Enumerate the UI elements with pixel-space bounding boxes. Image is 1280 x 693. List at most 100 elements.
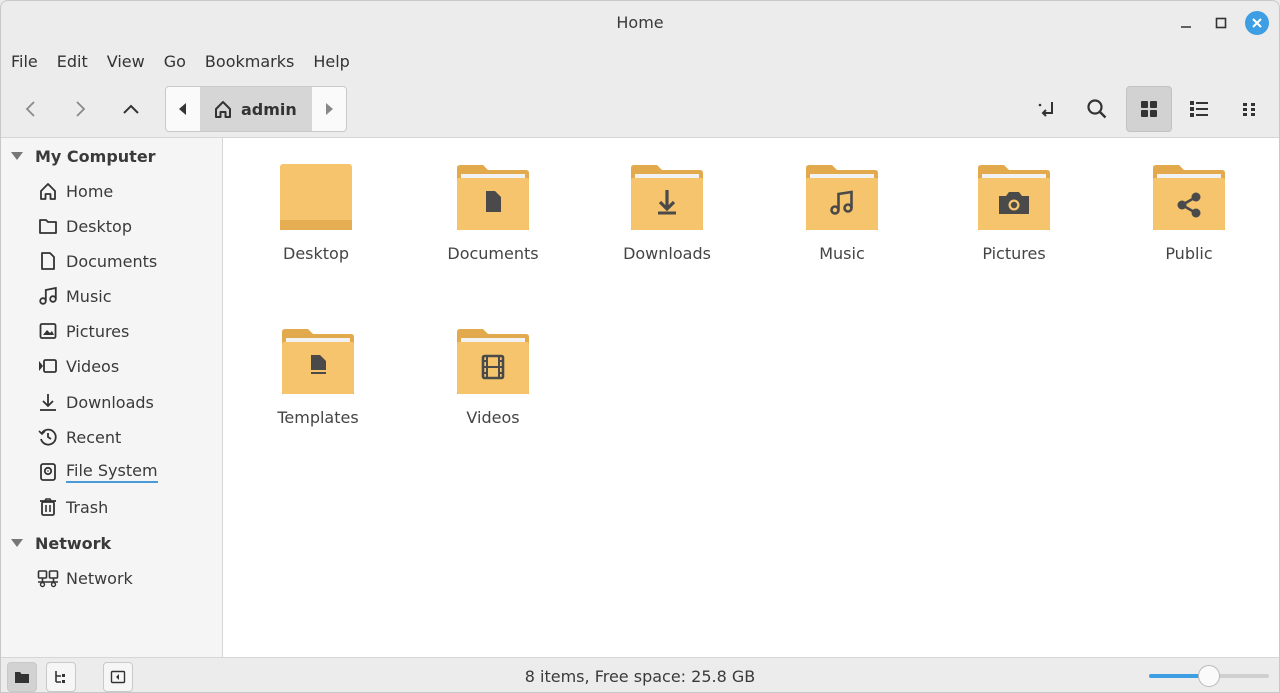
file-item-public[interactable]: Public <box>1109 138 1269 278</box>
menu-file[interactable]: File <box>5 47 44 77</box>
menu-view[interactable]: View <box>101 47 151 77</box>
minimize-icon <box>1181 26 1191 28</box>
file-name: Downloads <box>623 244 711 263</box>
title-bar[interactable]: Home <box>1 1 1279 45</box>
folder-download-icon <box>631 165 703 230</box>
toolbar: admin <box>1 83 1279 135</box>
toggle-location-button[interactable] <box>1024 86 1070 132</box>
sidebar-item-file-system[interactable]: File System <box>37 458 158 486</box>
breadcrumb-admin[interactable]: admin <box>200 87 312 131</box>
sidebar-item-home[interactable]: Home <box>37 177 113 205</box>
compact-view-button[interactable] <box>1227 86 1273 132</box>
sidebar-item-label: Trash <box>66 497 109 517</box>
file-name: Documents <box>447 244 539 263</box>
sidebar-item-label: Pictures <box>66 321 130 341</box>
up-button[interactable] <box>113 91 149 127</box>
expander-icon <box>11 152 23 160</box>
list-view-button[interactable] <box>1176 86 1222 132</box>
sidebar-item-label: Documents <box>66 251 158 271</box>
menu-help[interactable]: Help <box>307 47 355 77</box>
breadcrumb-label: admin <box>241 99 297 119</box>
sidebar-item-label: Downloads <box>66 392 154 412</box>
list-view-icon <box>1190 101 1208 117</box>
sidebar-item-pictures[interactable]: Pictures <box>37 317 129 345</box>
sidebar-item-network[interactable]: Network <box>37 564 133 592</box>
zoom-slider-handle[interactable] <box>1198 665 1220 687</box>
sidebar: My Computer Home Desktop Documents Music… <box>1 137 223 657</box>
file-name: Public <box>1165 244 1213 263</box>
sidebar-item-music[interactable]: Music <box>37 282 112 310</box>
close-icon <box>1252 18 1262 28</box>
menu-bar: File Edit View Go Bookmarks Help <box>1 47 363 77</box>
sidebar-item-videos[interactable]: Videos <box>37 352 119 380</box>
home-icon <box>215 101 231 118</box>
window-title: Home <box>616 13 664 32</box>
sidebar-item-label: Videos <box>66 356 120 376</box>
grid-view-icon <box>1141 101 1157 117</box>
up-icon <box>123 104 139 114</box>
network-icon <box>37 567 59 589</box>
status-text: 8 items, Free space: 25.8 GB <box>524 667 756 686</box>
search-button[interactable] <box>1074 86 1120 132</box>
forward-button[interactable] <box>62 91 98 127</box>
sidebar-item-label: Desktop <box>66 216 132 236</box>
sidebar-item-trash[interactable]: Trash <box>37 493 108 521</box>
section-title: Network <box>35 533 112 553</box>
maximize-icon <box>1215 17 1227 29</box>
folder-documents-icon <box>457 165 529 230</box>
folder-icon <box>280 164 352 230</box>
icon-view-button[interactable] <box>1126 86 1172 132</box>
file-view[interactable]: Desktop Documents Downloads Music Pictur… <box>223 137 1279 657</box>
menu-edit[interactable]: Edit <box>51 47 94 77</box>
section-title: My Computer <box>35 146 156 166</box>
path-right-button[interactable] <box>312 87 346 131</box>
back-button[interactable] <box>13 91 49 127</box>
folder-pictures-icon <box>978 165 1050 230</box>
folder-music-icon <box>806 165 878 230</box>
zoom-slider[interactable] <box>1149 665 1269 687</box>
sidebar-item-label: Network <box>66 568 133 588</box>
path-bar: admin <box>165 86 347 132</box>
file-item-desktop[interactable]: Desktop <box>236 138 396 278</box>
pictures-icon <box>37 320 59 342</box>
file-item-templates[interactable]: Templates <box>238 302 398 442</box>
compact-view-icon <box>1243 103 1255 116</box>
file-item-videos[interactable]: Videos <box>413 302 573 442</box>
video-icon <box>37 355 59 377</box>
location-entry-icon <box>1038 102 1053 117</box>
file-item-downloads[interactable]: Downloads <box>587 138 747 278</box>
forward-icon <box>76 101 86 117</box>
music-icon <box>37 285 59 307</box>
back-icon <box>25 101 35 117</box>
section-my-computer[interactable]: My Computer <box>11 144 156 168</box>
sidebar-item-label: Music <box>66 286 112 306</box>
sidebar-item-label: File System <box>66 461 158 483</box>
file-item-pictures[interactable]: Pictures <box>934 138 1094 278</box>
search-icon <box>1087 99 1107 119</box>
sidebar-item-downloads[interactable]: Downloads <box>37 388 154 416</box>
triangle-left-icon <box>179 103 186 115</box>
folder-templates-icon <box>282 329 354 394</box>
file-item-music[interactable]: Music <box>762 138 922 278</box>
file-manager-window: Home File Edit View Go Bookmarks Help ad… <box>0 0 1280 693</box>
sidebar-item-label: Recent <box>66 427 122 447</box>
file-name: Desktop <box>283 244 349 263</box>
menu-go[interactable]: Go <box>158 47 192 77</box>
file-item-documents[interactable]: Documents <box>413 138 573 278</box>
section-network[interactable]: Network <box>11 531 111 555</box>
file-name: Templates <box>277 408 359 427</box>
home-icon <box>37 180 59 202</box>
maximize-button[interactable] <box>1209 11 1233 35</box>
folder-share-icon <box>1153 165 1225 230</box>
document-icon <box>37 250 59 272</box>
sidebar-item-desktop[interactable]: Desktop <box>37 212 132 240</box>
sidebar-item-recent[interactable]: Recent <box>37 423 121 451</box>
sidebar-item-documents[interactable]: Documents <box>37 247 157 275</box>
drive-icon <box>37 461 59 483</box>
path-left-button[interactable] <box>166 87 200 131</box>
menu-bookmarks[interactable]: Bookmarks <box>199 47 300 77</box>
close-button[interactable] <box>1245 11 1269 35</box>
file-name: Videos <box>466 408 520 427</box>
expander-icon <box>11 539 23 547</box>
minimize-button[interactable] <box>1174 11 1198 35</box>
